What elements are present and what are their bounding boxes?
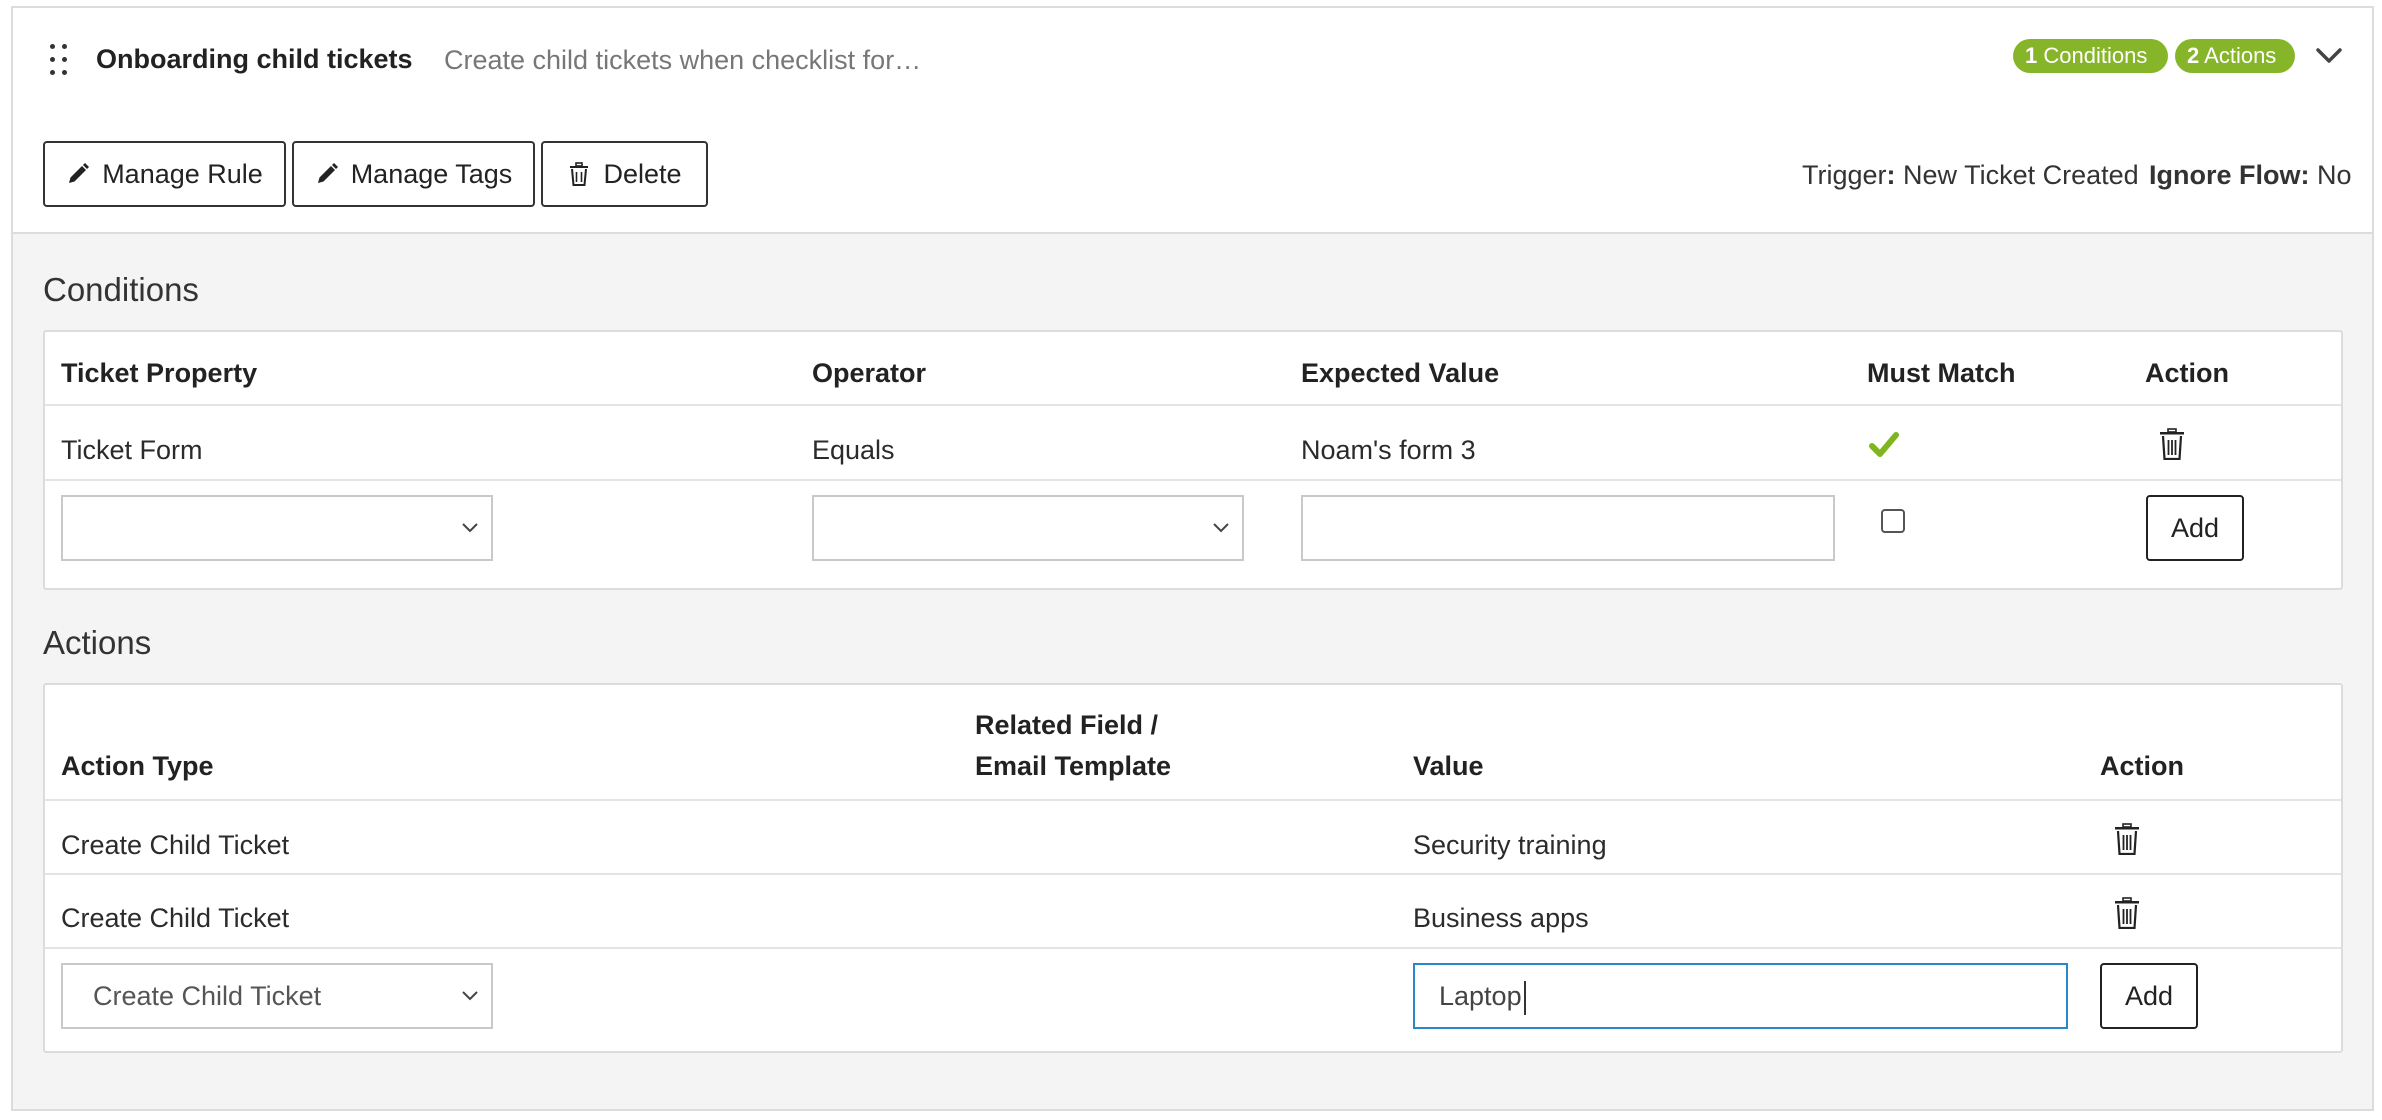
row-divider — [45, 873, 2341, 875]
header-action: Action — [2100, 751, 2184, 781]
conditions-title: Conditions — [43, 271, 199, 308]
trash-icon[interactable] — [2158, 428, 2186, 460]
actions-badge: 2 Actions — [2175, 39, 2295, 73]
trigger-info: Trigger: New Ticket Created — [1802, 160, 2139, 191]
rule-toolbar: Manage Rule Manage Tags Delete Trigger: … — [13, 118, 2372, 234]
pencil-icon — [69, 163, 90, 183]
actions-title: Actions — [43, 624, 152, 661]
must-match-checkbox[interactable] — [1881, 509, 1905, 533]
row-divider — [45, 404, 2341, 406]
action-type: Create Child Ticket — [61, 830, 290, 860]
rule-title: Onboarding child tickets — [96, 44, 413, 74]
row-divider — [45, 479, 2341, 481]
condition-operator: Equals — [812, 435, 895, 465]
manage-tags-label: Manage Tags — [350, 158, 513, 189]
chevron-down-icon — [1213, 523, 1229, 533]
rule-card: Onboarding child tickets Create child ti… — [11, 6, 2374, 1111]
header-action: Action — [2145, 358, 2229, 388]
action-type-select-value: Create Child Ticket — [93, 981, 322, 1011]
trash-icon[interactable] — [2113, 897, 2141, 929]
header-action-type: Action Type — [61, 751, 214, 781]
delete-button[interactable]: Delete — [541, 141, 708, 207]
condition-property: Ticket Form — [61, 435, 203, 465]
chevron-down-icon[interactable] — [2315, 46, 2343, 66]
manage-rule-button[interactable]: Manage Rule — [43, 141, 286, 207]
condition-operator-select[interactable] — [812, 495, 1244, 561]
action-type-select[interactable]: Create Child Ticket — [61, 963, 493, 1029]
add-action-label: Add — [2124, 980, 2174, 1011]
header-operator: Operator — [812, 358, 927, 388]
ignore-flow-info: Ignore Flow: No — [2149, 160, 2352, 191]
add-condition-label: Add — [2170, 512, 2220, 543]
row-divider — [45, 947, 2341, 949]
actions-badge-label: Actions — [2204, 43, 2277, 68]
action-value: Business apps — [1413, 903, 1589, 933]
trigger-label: Trigger — [1802, 160, 1887, 190]
manage-rule-label: Manage Rule — [102, 158, 263, 189]
action-value-input[interactable]: Laptop — [1413, 963, 2068, 1029]
header-must-match: Must Match — [1867, 358, 2016, 388]
conditions-count: 1 — [2025, 43, 2038, 68]
action-value: Security training — [1413, 830, 1607, 860]
conditions-badge: 1 Conditions — [2013, 39, 2168, 73]
trash-icon[interactable] — [2113, 823, 2141, 855]
condition-expected-value: Noam's form 3 — [1301, 435, 1476, 465]
actions-table: Action Type Related Field / Email Templa… — [43, 683, 2343, 1053]
conditions-table: Ticket Property Operator Expected Value … — [43, 330, 2343, 590]
ignore-flow-label: Ignore Flow: — [2149, 160, 2310, 190]
chevron-down-icon — [462, 991, 478, 1001]
add-action-button[interactable]: Add — [2100, 963, 2198, 1029]
conditions-badge-label: Conditions — [2043, 43, 2148, 68]
condition-expected-value-input[interactable] — [1301, 495, 1835, 561]
ignore-flow-value: No — [2317, 160, 2352, 190]
trash-icon — [570, 162, 589, 186]
action-value-input-value: Laptop — [1439, 981, 1522, 1011]
drag-handle-icon[interactable] — [48, 42, 72, 78]
row-divider — [45, 799, 2341, 801]
actions-count: 2 — [2187, 43, 2200, 68]
pencil-icon — [317, 163, 338, 183]
condition-property-select[interactable] — [61, 495, 493, 561]
chevron-down-icon — [462, 523, 478, 533]
rule-description: Create child tickets when checklist for… — [444, 45, 922, 75]
header-value: Value — [1413, 751, 1484, 781]
header-related-field-line1: Related Field / — [975, 710, 1159, 740]
action-type: Create Child Ticket — [61, 903, 290, 933]
manage-tags-button[interactable]: Manage Tags — [292, 141, 535, 207]
trigger-colon: : — [1886, 160, 1896, 190]
trigger-value: New Ticket Created — [1903, 160, 2139, 190]
add-condition-button[interactable]: Add — [2146, 495, 2244, 561]
delete-label: Delete — [603, 158, 682, 189]
text-cursor — [1523, 980, 1526, 1015]
rule-header[interactable]: Onboarding child tickets Create child ti… — [13, 8, 2372, 120]
header-ticket-property: Ticket Property — [61, 358, 258, 388]
header-expected-value: Expected Value — [1301, 358, 1500, 388]
checkmark-icon — [1869, 432, 1899, 457]
header-related-field-line2: Email Template — [975, 751, 1172, 781]
